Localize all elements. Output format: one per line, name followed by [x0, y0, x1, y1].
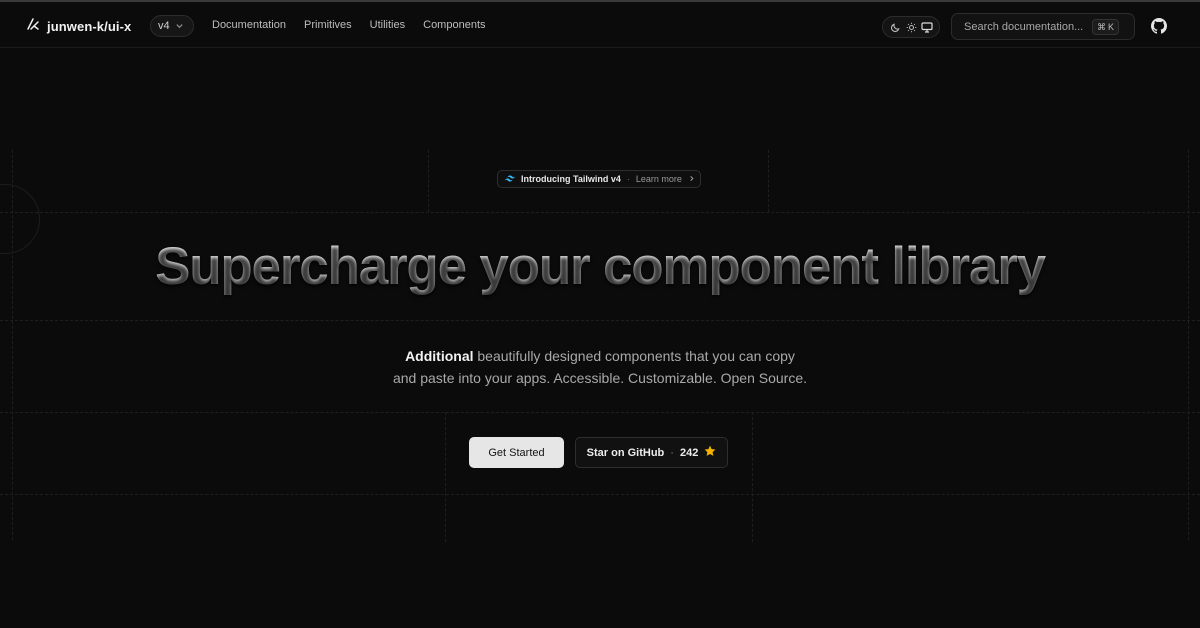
tailwind-icon [505, 174, 515, 184]
badge-link-text: Learn more [635, 174, 682, 184]
star-on-github-label: Star on GitHub [586, 446, 665, 459]
hero-subtitle-strong: Additional [405, 348, 474, 364]
search-placeholder: Search documentation... [964, 20, 1084, 33]
hero-title: Supercharge your component library [0, 236, 1200, 298]
grid-line [0, 412, 1200, 413]
version-label: v4 [158, 20, 170, 32]
github-icon[interactable] [1151, 18, 1167, 34]
command-icon: ⌘ [1096, 21, 1106, 32]
brand-link[interactable]: junwen-k/ui-x [26, 17, 131, 36]
grid-line [768, 150, 769, 212]
keyboard-shortcut: ⌘ K [1091, 19, 1119, 35]
search-button[interactable]: Search documentation... ⌘ K [951, 13, 1135, 40]
nav-documentation[interactable]: Documentation [212, 19, 286, 31]
sun-icon[interactable] [904, 20, 918, 34]
grid-line [445, 412, 446, 542]
grid-line [0, 212, 1200, 213]
top-navbar: junwen-k/ui-x v4 Documentation Primitive… [0, 2, 1200, 48]
badge-title: Introducing Tailwind v4 [521, 174, 621, 184]
grid-line [12, 150, 13, 540]
star-count: 242 [679, 446, 699, 459]
star-icon [704, 445, 716, 460]
moon-icon[interactable] [888, 20, 902, 34]
hero-subtitle-line2: and paste into your apps. Accessible. Cu… [392, 370, 807, 386]
page: junwen-k/ui-x v4 Documentation Primitive… [0, 0, 1200, 628]
grid-line [428, 150, 429, 212]
badge-separator: · [626, 174, 630, 184]
get-started-button[interactable]: Get Started [469, 437, 564, 468]
main-nav: Documentation Primitives Utilities Compo… [212, 19, 486, 31]
star-on-github-button[interactable]: Star on GitHub · 242 [575, 437, 728, 468]
hero-subtitle-line1: beautifully designed components that you… [473, 348, 795, 364]
nav-utilities[interactable]: Utilities [370, 19, 405, 31]
grid-line [752, 412, 753, 542]
chevron-right-icon [688, 174, 695, 184]
brand-name: junwen-k/ui-x [47, 19, 132, 34]
chevron-down-icon [175, 17, 184, 35]
nav-components[interactable]: Components [423, 19, 485, 31]
hero-subtitle: Additional beautifully designed componen… [370, 345, 830, 389]
theme-switcher [882, 16, 940, 38]
logo-icon [26, 17, 40, 36]
grid-line [0, 494, 1200, 495]
grid-line [1188, 150, 1189, 540]
nav-primitives[interactable]: Primitives [304, 19, 352, 31]
grid-line [0, 320, 1200, 321]
announcement-badge[interactable]: Introducing Tailwind v4 · Learn more [497, 170, 701, 188]
star-separator: · [670, 446, 674, 459]
background-grid [0, 0, 1200, 628]
monitor-icon[interactable] [920, 20, 934, 34]
version-select[interactable]: v4 [150, 15, 194, 37]
shortcut-key: K [1107, 22, 1114, 32]
